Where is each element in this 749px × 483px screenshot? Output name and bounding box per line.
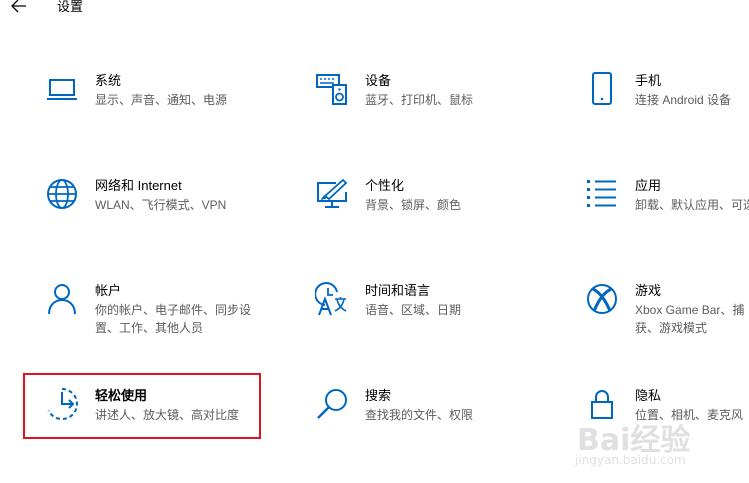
tile-description: 连接 Android 设备 (635, 93, 732, 107)
tile-description: WLAN、飞行模式、VPN (95, 198, 227, 212)
tile-description: 查找我的文件、权限 (365, 408, 474, 422)
tile-gaming[interactable]: 游戏 Xbox Game Bar、捕获、游戏模式 (585, 282, 749, 342)
keyboard-speaker-icon (315, 72, 349, 106)
tile-title: 网络和 Internet (95, 178, 182, 193)
tile-title: 应用 (635, 178, 662, 193)
title-bar: 设置 (0, 0, 749, 20)
xbox-icon (585, 282, 619, 316)
highlight-box (23, 373, 261, 439)
tile-network[interactable]: 网络和 Internet WLAN、飞行模式、VPN (45, 177, 265, 237)
tile-description: 蓝牙、打印机、鼠标 (365, 93, 474, 107)
tile-system[interactable]: 系统 显示、声音、通知、电源 (45, 72, 265, 132)
person-icon (45, 282, 79, 316)
tile-search[interactable]: 搜索 查找我的文件、权限 (315, 387, 535, 447)
globe-icon (45, 177, 79, 211)
tile-description: 你的帐户、电子邮件、同步设置、工作、其他人员 (95, 303, 252, 335)
watermark-url: jingyan.baidu.com (575, 453, 686, 467)
tile-description: 卸载、默认应用、可选 (635, 198, 749, 212)
laptop-icon (45, 72, 79, 106)
tile-description: 语音、区域、日期 (365, 303, 462, 317)
tile-title: 手机 (635, 73, 662, 88)
tile-phone[interactable]: 手机 连接 Android 设备 (585, 72, 749, 132)
arrow-left-icon (11, 0, 26, 13)
tile-time-language[interactable]: 时间和语言 语音、区域、日期 (315, 282, 535, 342)
tile-title: 隐私 (635, 388, 662, 403)
tile-title: 个性化 (365, 178, 405, 193)
watermark: Bai经验 jingyan.baidu.com (575, 415, 745, 480)
tile-description: 背景、锁屏、颜色 (365, 198, 462, 212)
time-language-icon (315, 282, 349, 316)
tile-accounts[interactable]: 帐户 你的帐户、电子邮件、同步设置、工作、其他人员 (45, 282, 265, 342)
tile-description: 显示、声音、通知、电源 (95, 93, 228, 107)
tile-personalization[interactable]: 个性化 背景、锁屏、颜色 (315, 177, 535, 237)
tile-description: Xbox Game Bar、捕获、游戏模式 (635, 303, 745, 335)
tile-title: 系统 (95, 73, 122, 88)
phone-icon (585, 72, 619, 106)
tile-title: 帐户 (95, 283, 122, 298)
tile-title: 游戏 (635, 283, 662, 298)
tile-title: 时间和语言 (365, 283, 431, 298)
tile-title: 搜索 (365, 388, 392, 403)
tile-apps[interactable]: 应用 卸载、默认应用、可选 (585, 177, 749, 237)
back-button[interactable] (8, 0, 30, 16)
paint-monitor-icon (315, 177, 349, 211)
apps-list-icon (585, 177, 619, 211)
tile-devices[interactable]: 设备 蓝牙、打印机、鼠标 (315, 72, 535, 132)
tile-title: 设备 (365, 73, 392, 88)
window-title: 设置 (57, 0, 84, 14)
search-icon (315, 387, 349, 421)
